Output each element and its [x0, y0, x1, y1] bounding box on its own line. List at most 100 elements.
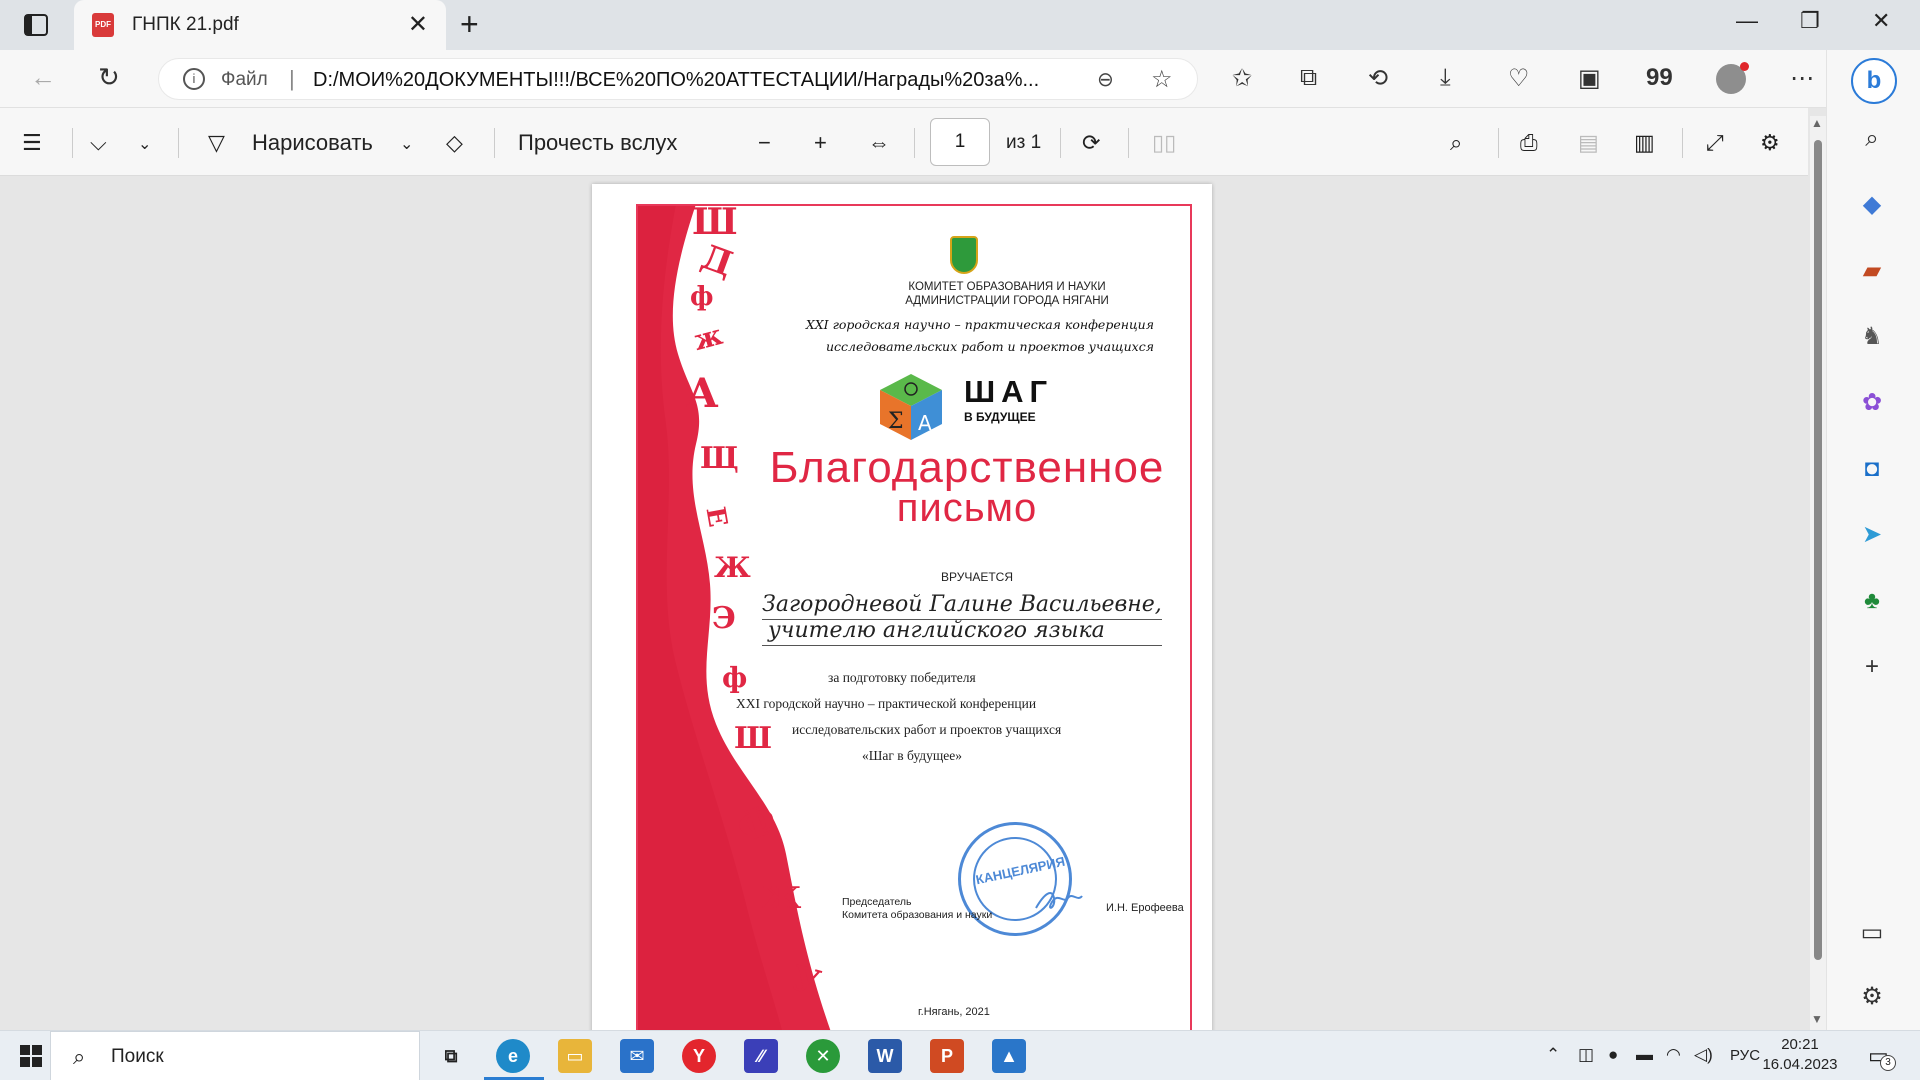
new-tab-icon[interactable]: +	[460, 6, 479, 43]
search-icon: ⌕	[73, 1044, 86, 1069]
task-view-icon[interactable]: ⧉	[434, 1039, 468, 1073]
pdf-file-icon: PDF	[92, 13, 114, 37]
performance-icon[interactable]: ♡	[1508, 64, 1530, 93]
zoom-out-icon[interactable]: −	[758, 130, 771, 156]
search-placeholder: Поиск	[111, 1046, 164, 1067]
smart-notebook-icon[interactable]: ∕∕	[744, 1039, 778, 1073]
windows-start-icon[interactable]	[20, 1045, 42, 1067]
address-bar[interactable]: i Файл | D:/МОИ%20ДОКУМЕНТЫ!!!/ВСЕ%20ПО%…	[158, 58, 1198, 100]
favorites-icon[interactable]: ✩	[1232, 64, 1252, 93]
notification-count-badge: 3	[1880, 1055, 1896, 1071]
save-icon[interactable]: ▤	[1578, 130, 1599, 156]
toolbar-divider	[1682, 128, 1683, 158]
page-number-input[interactable]: 1	[930, 118, 990, 166]
conference-line-1: XXI городская научно – практическая конф…	[805, 317, 1154, 332]
rotate-icon[interactable]: ⟳	[1082, 130, 1100, 156]
sidebar-toggle-icon[interactable]: ▭	[1857, 918, 1887, 948]
microphone-icon[interactable]: ●	[1608, 1045, 1618, 1065]
toolbar-divider	[178, 128, 179, 158]
telegram-icon[interactable]: ➤	[1857, 520, 1887, 550]
chevron-down-icon[interactable]: ⌄	[400, 134, 413, 154]
fit-width-icon[interactable]: ⇔	[868, 130, 890, 156]
close-tab-icon[interactable]: ✕	[408, 10, 428, 39]
search-icon[interactable]: ⌕	[1857, 124, 1887, 154]
powerpoint-icon[interactable]: P	[930, 1039, 964, 1073]
toolbar-divider	[1128, 128, 1129, 158]
handed-label: ВРУЧАЕТСЯ	[940, 570, 1014, 584]
collections-icon[interactable]: ⧉	[1300, 64, 1317, 92]
language-indicator[interactable]: РУС	[1730, 1047, 1760, 1064]
add-favorite-icon[interactable]: ☆	[1151, 65, 1173, 94]
refresh-icon[interactable]: ↻	[98, 62, 120, 93]
battery-icon[interactable]: ▬	[1636, 1045, 1653, 1065]
tools-briefcase-icon[interactable]: ▰	[1857, 256, 1887, 286]
xbox-icon[interactable]: ✕	[806, 1039, 840, 1073]
draw-button[interactable]: Нарисовать	[252, 130, 373, 156]
chevron-down-icon[interactable]: ⌄	[138, 134, 151, 154]
committee-line-1: КОМИТЕТ ОБРАЗОВАНИЯ И НАУКИ	[908, 281, 1106, 293]
downloads-icon[interactable]: ⤓	[1440, 64, 1451, 92]
reason-line-3: исследовательских работ и проектов учащи…	[792, 722, 1062, 737]
toolbar-divider	[1498, 128, 1499, 158]
tray-chevron-up-icon[interactable]: ⌃	[1546, 1045, 1560, 1065]
city-emblem-icon	[950, 236, 978, 274]
outlook-icon[interactable]: ◘	[1857, 454, 1887, 484]
url-text[interactable]: D:/МОИ%20ДОКУМЕНТЫ!!!/ВСЕ%20ПО%20АТТЕСТА…	[313, 69, 1039, 92]
conference-line-2: исследовательских работ и проектов учащи…	[825, 339, 1154, 354]
close-window-icon[interactable]: ✕	[1872, 8, 1890, 34]
volume-icon[interactable]: ◁)	[1694, 1045, 1713, 1065]
toolbar-divider	[72, 128, 73, 158]
pdf-toolbar: ☰ ⌵ ⌄ ▽ Нарисовать ⌄ ◇ Прочесть вслух − …	[0, 108, 1808, 176]
mail-icon[interactable]: ✉	[620, 1039, 654, 1073]
minimize-icon[interactable]: —	[1736, 8, 1758, 34]
camera-icon[interactable]: ◫	[1578, 1045, 1594, 1065]
extension-icon[interactable]: 99	[1646, 64, 1673, 92]
taskbar-search[interactable]: ⌕ Поиск	[50, 1031, 420, 1080]
eraser-icon[interactable]: ◇	[446, 130, 463, 156]
search-icon[interactable]: ⌕	[1450, 130, 1462, 156]
clock[interactable]: 20:21 16.04.2023	[1760, 1035, 1840, 1075]
active-tab[interactable]: PDF ГНПК 21.pdf ✕	[74, 0, 446, 50]
tree-icon[interactable]: ♣	[1857, 586, 1887, 616]
photos-icon[interactable]: ▲	[992, 1039, 1026, 1073]
settings-gear-icon[interactable]: ⚙	[1760, 130, 1780, 156]
back-arrow-icon[interactable]: ←	[30, 62, 56, 93]
highlight-icon[interactable]: ⌵	[90, 130, 107, 156]
more-menu-icon[interactable]: ⋯	[1790, 64, 1814, 93]
copilot-icon[interactable]: ✿	[1857, 388, 1887, 418]
yandex-browser-icon[interactable]: Y	[682, 1039, 716, 1073]
file-explorer-icon[interactable]: ▭	[558, 1039, 592, 1073]
signer-title-line-1: Председатель	[842, 896, 912, 908]
zoom-in-icon[interactable]: +	[814, 130, 827, 156]
pdf-scrollbar[interactable]: ▲ ▼	[1810, 116, 1826, 1030]
history-icon[interactable]: ⟲	[1368, 64, 1388, 93]
scroll-thumb[interactable]	[1814, 140, 1822, 960]
print-icon[interactable]: ⎙	[1520, 130, 1538, 156]
draw-pen-icon[interactable]: ▽	[208, 130, 225, 156]
shopping-tag-icon[interactable]: ◆	[1857, 190, 1887, 220]
save-as-icon[interactable]: ▥	[1634, 130, 1655, 156]
page-view-icon[interactable]: ▯▯	[1152, 130, 1176, 156]
scroll-up-icon[interactable]: ▲	[1811, 116, 1823, 130]
word-icon[interactable]: W	[868, 1039, 902, 1073]
info-icon[interactable]: i	[183, 68, 205, 90]
page-total-label: из 1	[1006, 132, 1042, 153]
edge-browser-icon[interactable]: e	[496, 1039, 530, 1073]
math-solver-icon[interactable]: ▣	[1578, 64, 1601, 93]
fullscreen-icon[interactable]: ⤢	[1706, 130, 1724, 156]
reason-line-2: XXI городской научно – практической конф…	[736, 696, 1037, 711]
zoom-out-icon[interactable]: ⊖	[1097, 67, 1114, 92]
svg-text:Σ: Σ	[888, 409, 904, 434]
contents-list-icon[interactable]: ☰	[22, 130, 42, 156]
settings-gear-icon[interactable]: ⚙	[1857, 982, 1887, 1012]
restore-icon[interactable]: ❐	[1800, 8, 1820, 34]
wifi-icon[interactable]: ◠	[1666, 1045, 1681, 1065]
tab-actions-icon[interactable]	[22, 12, 50, 38]
add-app-icon[interactable]: +	[1857, 652, 1887, 682]
toolbar-divider	[1060, 128, 1061, 158]
scroll-down-icon[interactable]: ▼	[1811, 1012, 1823, 1026]
pdf-viewer[interactable]: Ш Д ф ж А Щ Е Ж Э ф Ш Ф Ж У КОМИТЕТ ОБРА…	[0, 176, 1808, 1030]
bing-chat-icon[interactable]: b	[1851, 58, 1897, 104]
read-aloud-button[interactable]: Прочесть вслух	[518, 130, 677, 156]
games-icon[interactable]: ♞	[1857, 322, 1887, 352]
